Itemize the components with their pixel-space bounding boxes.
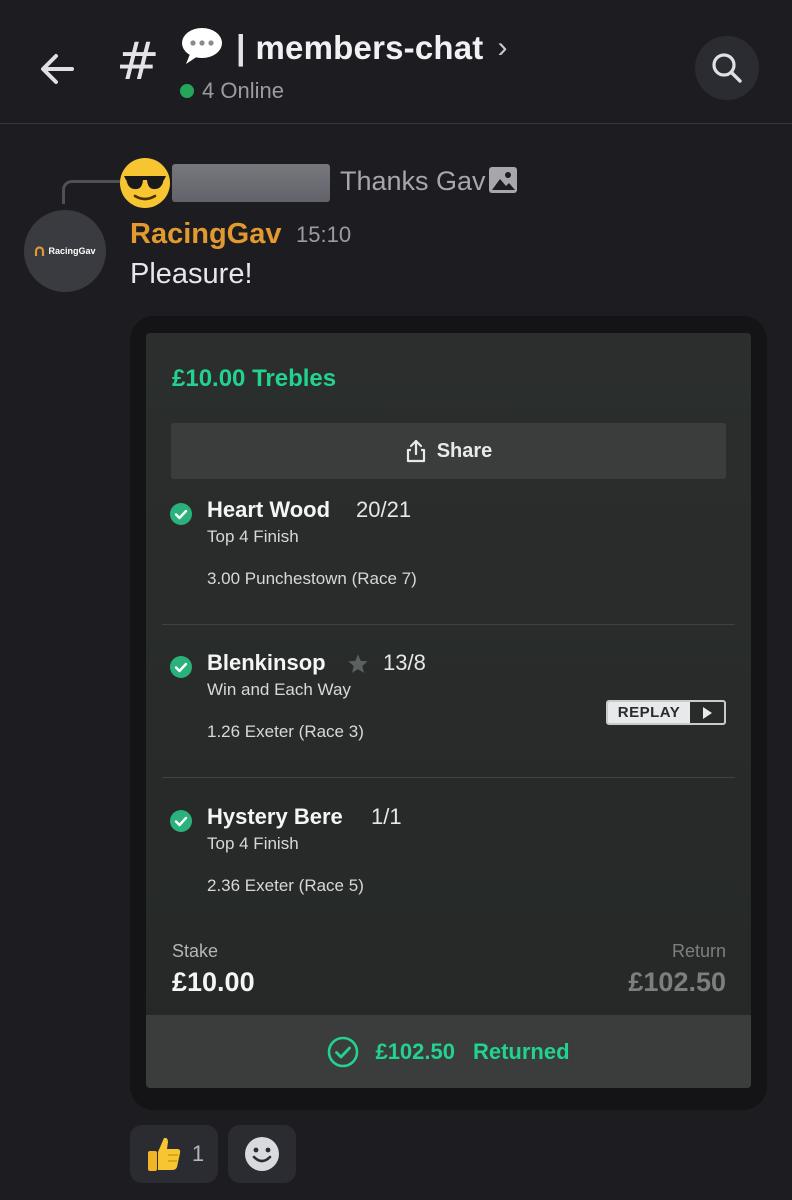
channel-title[interactable]: | members-chat › (236, 28, 508, 68)
replay-label: REPLAY (608, 702, 690, 723)
redacted-username (172, 164, 330, 202)
check-circle-outline-icon (328, 1036, 359, 1067)
avatar-label: RacingGav (48, 246, 96, 256)
avatar[interactable]: RacingGav (24, 210, 106, 292)
selection-race: 2.36 Exeter (Race 5) (207, 876, 364, 895)
image-icon (489, 167, 517, 193)
title-separator: | (236, 28, 246, 67)
selection-name: Hystery Bere (207, 804, 343, 829)
sunglasses-emoji-icon (120, 158, 170, 208)
hash-icon: # (116, 32, 160, 92)
check-circle-icon (170, 656, 192, 678)
bet-slip-title: £10.00 Trebles (172, 365, 337, 392)
selection-market: Win and Each Way (207, 680, 351, 699)
search-button[interactable] (695, 36, 759, 100)
returned-label: Returned (472, 1038, 570, 1064)
check-circle-icon (170, 810, 192, 832)
check-circle-icon (170, 503, 192, 525)
divider (162, 777, 735, 778)
channel-name: members-chat (255, 29, 484, 66)
reply-connector (62, 180, 120, 204)
share-icon (406, 439, 425, 463)
back-arrow-icon (41, 54, 74, 84)
selection-race: 1.26 Exeter (Race 3) (207, 722, 364, 741)
add-reaction-icon (245, 1137, 279, 1171)
message-author[interactable]: RacingGav (130, 218, 282, 251)
returned-status-bar: £102.50 Returned (146, 1015, 751, 1088)
replay-button[interactable]: REPLAY (606, 700, 726, 725)
return-label: Return (671, 941, 726, 961)
share-button[interactable]: Share (171, 423, 726, 479)
selection-name: Blenkinsop (207, 650, 326, 675)
play-icon (690, 702, 724, 723)
bet-slip: £10.00 Trebles Share Heart Wood 20/21 To… (146, 333, 751, 1088)
message-timestamp: 15:10 (296, 222, 352, 247)
divider (162, 624, 735, 625)
thumbs-up-emoji-icon (147, 1137, 181, 1171)
speech-bubble-icon (182, 28, 222, 64)
stake-value: £10.00 (172, 967, 255, 997)
bet-leg: Blenkinsop 13/8 Win and Each Way REPLAY … (146, 650, 751, 806)
online-count: 4 Online (202, 78, 284, 103)
share-label: Share (436, 439, 493, 462)
stake-label: Stake (172, 941, 219, 961)
message-text: Pleasure! (130, 258, 253, 290)
bet-leg: Hystery Bere 1/1 Top 4 Finish 2.36 Exete… (146, 804, 751, 960)
selection-market: Top 4 Finish (207, 527, 299, 546)
online-status: 4 Online (180, 78, 284, 104)
returned-amount: £102.50 (375, 1038, 455, 1064)
chevron-right-icon: › (497, 31, 508, 64)
selection-race: 3.00 Punchestown (Race 7) (207, 569, 417, 588)
selection-odds: 13/8 (383, 650, 426, 675)
selection-market: Top 4 Finish (207, 834, 299, 853)
online-dot-icon (180, 84, 194, 98)
search-icon (712, 53, 742, 83)
bet-leg: Heart Wood 20/21 Top 4 Finish 3.00 Punch… (146, 497, 751, 653)
selection-odds: 20/21 (356, 497, 412, 522)
return-value: £102.50 (628, 967, 726, 997)
reply-preview-text[interactable]: Thanks Gav (340, 166, 486, 197)
channel-header: # | members-chat › 4 Online (0, 0, 792, 124)
star-icon[interactable] (347, 653, 369, 675)
selection-odds: 1/1 (371, 804, 402, 829)
horseshoe-icon (35, 245, 45, 256)
add-reaction-button[interactable] (228, 1125, 296, 1183)
reaction-count: 1 (191, 1141, 205, 1166)
selection-name: Heart Wood (207, 497, 331, 522)
back-button[interactable] (32, 44, 82, 94)
reaction-thumbs-up[interactable]: 1 (130, 1125, 218, 1183)
